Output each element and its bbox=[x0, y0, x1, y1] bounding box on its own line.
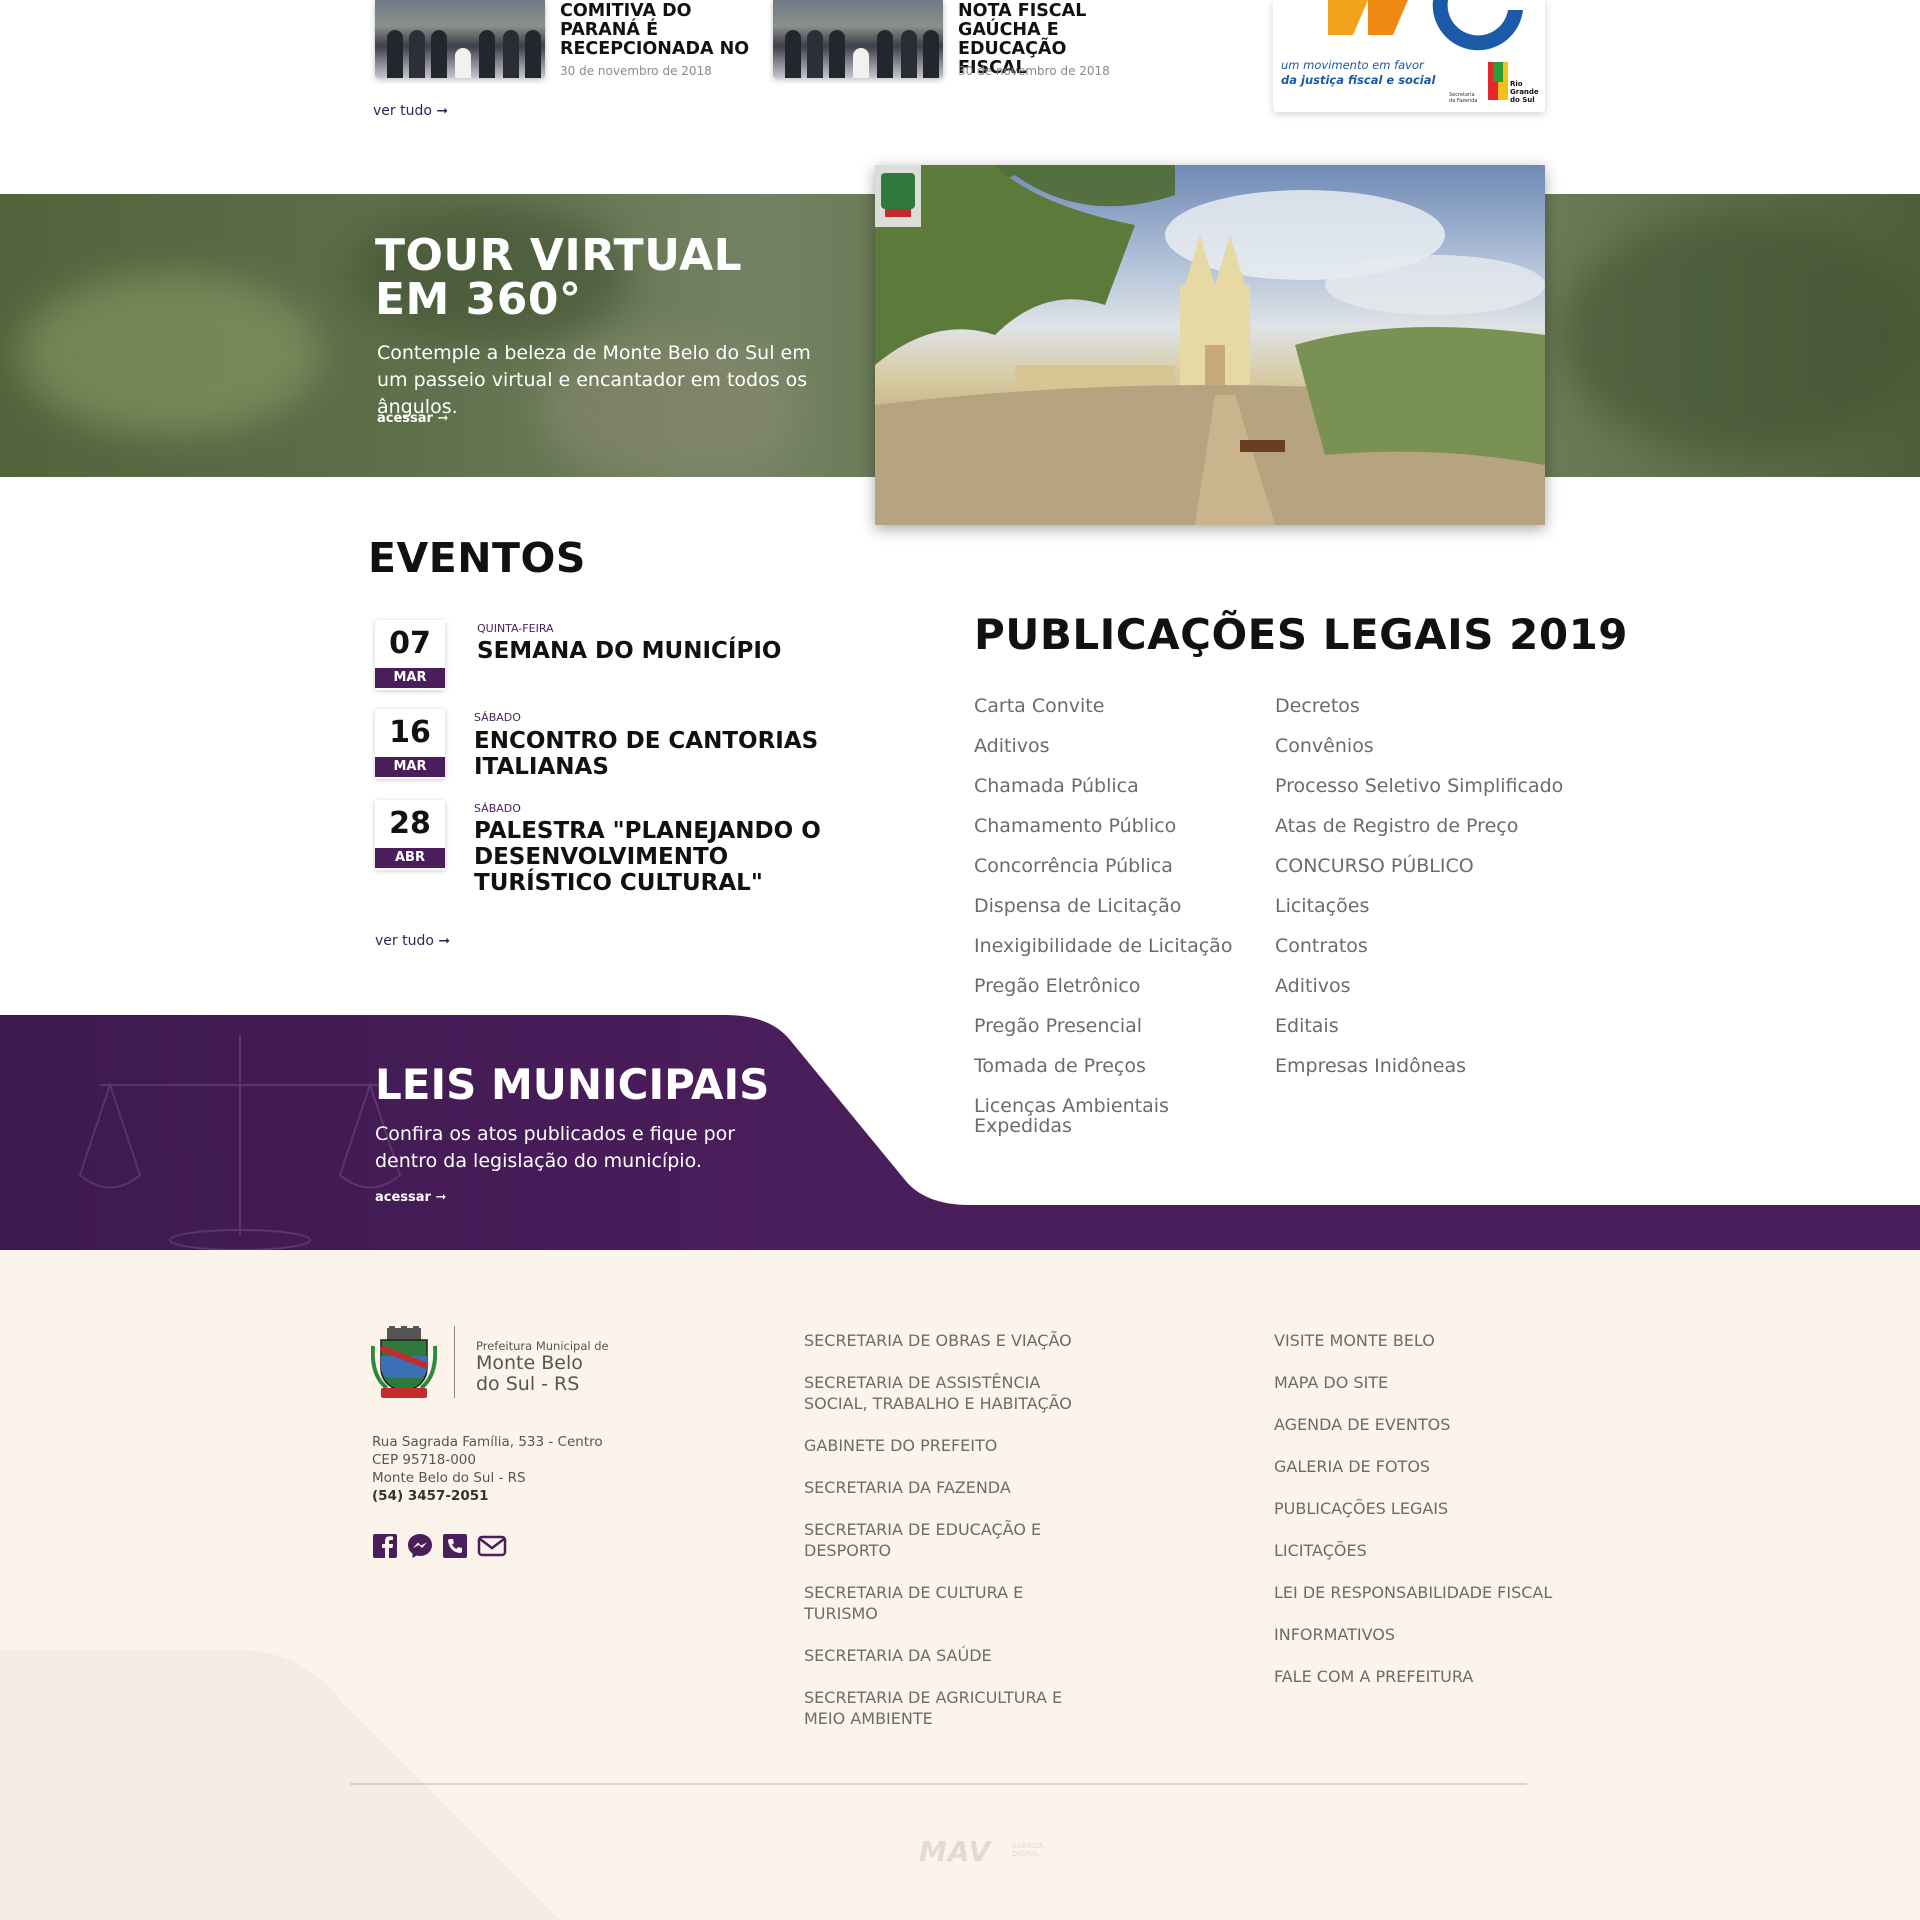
publications-heading: PUBLICAÇÕES LEGAIS 2019 bbox=[974, 610, 1629, 659]
event-month: MAR bbox=[375, 668, 445, 688]
nfg-logo-graphic bbox=[1328, 0, 1523, 100]
event-weekday: SÁBADO bbox=[474, 711, 521, 724]
secretariat-link[interactable]: SECRETARIA DE ASSISTÊNCIA SOCIAL, TRABAL… bbox=[804, 1372, 1084, 1414]
tour-virtual-description: Contemple a beleza de Monte Belo do Sul … bbox=[377, 342, 811, 418]
publication-link[interactable]: Concorrência Pública bbox=[974, 856, 1173, 876]
event-day: 07 bbox=[389, 626, 431, 661]
laws-title: LEIS MUNICIPAIS bbox=[375, 1060, 770, 1109]
logo-caption: Prefeitura Municipal de bbox=[476, 1339, 609, 1353]
news-see-all-link[interactable]: ver tudo ➞ bbox=[373, 103, 448, 119]
nfg-slogan-line-1: um movimento em favor bbox=[1281, 58, 1424, 72]
publication-link[interactable]: CONCURSO PÚBLICO bbox=[1275, 856, 1474, 876]
phone-number[interactable]: (54) 3457-2051 bbox=[372, 1487, 489, 1505]
footer-link[interactable]: GALERIA DE FOTOS bbox=[1274, 1456, 1564, 1477]
publication-link[interactable]: Aditivos bbox=[974, 736, 1050, 756]
logo-divider bbox=[454, 1326, 455, 1398]
secretariat-link[interactable]: SECRETARIA DA SAÚDE bbox=[804, 1645, 1094, 1666]
events-see-all-link[interactable]: ver tudo ➞ bbox=[375, 933, 450, 949]
messenger-icon[interactable] bbox=[407, 1533, 433, 1559]
tour-access-link[interactable]: acessar ➞ bbox=[377, 411, 448, 426]
secretariat-link[interactable]: SECRETARIA DE CULTURA E TURISMO bbox=[804, 1582, 1034, 1624]
mail-icon[interactable] bbox=[477, 1533, 507, 1559]
address-street: Rua Sagrada Família, 533 - Centro bbox=[372, 1434, 603, 1450]
event-title[interactable]: SEMANA DO MUNICÍPIO bbox=[477, 638, 947, 664]
secretariat-link[interactable]: SECRETARIA DE OBRAS E VIAÇÃO bbox=[804, 1330, 1094, 1351]
footer-link[interactable]: VISITE MONTE BELO bbox=[1274, 1330, 1564, 1351]
publication-link[interactable]: Convênios bbox=[1275, 736, 1374, 756]
publication-link[interactable]: Chamada Pública bbox=[974, 776, 1139, 796]
publication-link[interactable]: Decretos bbox=[1275, 696, 1360, 716]
news-date: 30 de novembro de 2018 bbox=[958, 64, 1110, 78]
secretariat-link[interactable]: SECRETARIA DE EDUCAÇÃO E DESPORTO bbox=[804, 1519, 1054, 1561]
publication-link[interactable]: Contratos bbox=[1275, 936, 1368, 956]
publication-link[interactable]: Inexigibilidade de Licitação bbox=[974, 936, 1232, 956]
event-weekday: SÁBADO bbox=[474, 802, 521, 815]
logo-city-name-line-1: Monte Belo bbox=[476, 1352, 583, 1374]
agency-sub: AGÊNCIA DIGITAL bbox=[1012, 1842, 1044, 1858]
footer-link[interactable]: PUBLICAÇÕES LEGAIS bbox=[1274, 1498, 1564, 1519]
event-day: 28 bbox=[389, 806, 431, 841]
footer: Prefeitura Municipal de Monte Belo do Su… bbox=[0, 1250, 1920, 1920]
event-date-badge: 28 ABR bbox=[375, 800, 445, 870]
event-date-badge: 07 MAR bbox=[375, 620, 445, 690]
secretariat-link[interactable]: GABINETE DO PREFEITO bbox=[804, 1435, 1094, 1456]
event-date-badge: 16 MAR bbox=[375, 709, 445, 779]
news-thumbnail[interactable] bbox=[773, 0, 943, 78]
events-heading: EVENTOS bbox=[368, 534, 586, 582]
nota-fiscal-gaucha-banner[interactable]: um movimento em favor da justiça fiscal … bbox=[1273, 0, 1545, 112]
nfg-state-label: Rio Grande do Sul bbox=[1510, 80, 1539, 104]
nfg-slogan-line-2: da justiça fiscal e social bbox=[1281, 73, 1436, 87]
address-city: Monte Belo do Sul - RS bbox=[372, 1470, 526, 1486]
logo-city-name-line-2: do Sul - RS bbox=[476, 1373, 580, 1395]
church-panorama-graphic bbox=[875, 165, 1545, 525]
publication-link[interactable]: Aditivos bbox=[1275, 976, 1351, 996]
news-thumbnail[interactable] bbox=[375, 0, 545, 78]
publication-link[interactable]: Chamamento Público bbox=[974, 816, 1176, 836]
publication-link[interactable]: Atas de Registro de Preço bbox=[1275, 816, 1518, 836]
footer-link[interactable]: LEI DE RESPONSABILIDADE FISCAL bbox=[1274, 1582, 1564, 1603]
footer-link[interactable]: FALE COM A PREFEITURA bbox=[1274, 1666, 1564, 1687]
address-zip: CEP 95718-000 bbox=[372, 1452, 476, 1468]
event-month: MAR bbox=[375, 757, 445, 777]
footer-link[interactable]: MAPA DO SITE bbox=[1274, 1372, 1564, 1393]
agency-logo[interactable]: MAV bbox=[919, 1835, 991, 1868]
laws-band-background bbox=[0, 1015, 1920, 1250]
footer-link[interactable]: LICITAÇÕES bbox=[1274, 1540, 1564, 1561]
secretariat-link[interactable]: SECRETARIA DE AGRICULTURA E MEIO AMBIENT… bbox=[804, 1687, 1064, 1729]
tour-virtual-title: TOUR VIRTUAL EM 360° bbox=[375, 234, 795, 322]
publication-link[interactable]: Processo Seletivo Simplificado bbox=[1275, 776, 1563, 796]
phone-icon[interactable] bbox=[442, 1533, 468, 1559]
footer-link[interactable]: AGENDA DE EVENTOS bbox=[1274, 1414, 1564, 1435]
news-date: 30 de novembro de 2018 bbox=[560, 64, 712, 78]
nfg-agency-label: Secretaria da Fazenda bbox=[1449, 92, 1478, 104]
facebook-icon[interactable] bbox=[372, 1533, 398, 1559]
publication-link[interactable]: Carta Convite bbox=[974, 696, 1104, 716]
event-day: 16 bbox=[389, 715, 431, 750]
event-weekday: QUINTA-FEIRA bbox=[477, 622, 554, 635]
news-title[interactable]: COMITIVA DO PARANÁ É RECEPCIONADA NO bbox=[560, 2, 750, 59]
publication-link[interactable]: Licitações bbox=[1275, 896, 1369, 916]
tour-panorama-image[interactable] bbox=[875, 165, 1545, 525]
secretariat-link[interactable]: SECRETARIA DA FAZENDA bbox=[804, 1477, 1094, 1498]
publication-link[interactable]: Pregão Eletrônico bbox=[974, 976, 1140, 996]
publication-link[interactable]: Dispensa de Licitação bbox=[974, 896, 1181, 916]
laws-access-link[interactable]: acessar ➞ bbox=[375, 1190, 446, 1205]
city-coat-of-arms-icon[interactable] bbox=[371, 1326, 437, 1400]
footer-link[interactable]: INFORMATIVOS bbox=[1274, 1624, 1564, 1645]
laws-description: Confira os atos publicados e fique por d… bbox=[375, 1123, 736, 1172]
tour-title-line-2: EM 360° bbox=[375, 274, 582, 325]
event-month: ABR bbox=[375, 848, 445, 868]
event-title[interactable]: PALESTRA "PLANEJANDO O DESENVOLVIMENTO T… bbox=[474, 818, 864, 896]
event-title[interactable]: ENCONTRO DE CANTORIAS ITALIANAS bbox=[474, 728, 834, 780]
